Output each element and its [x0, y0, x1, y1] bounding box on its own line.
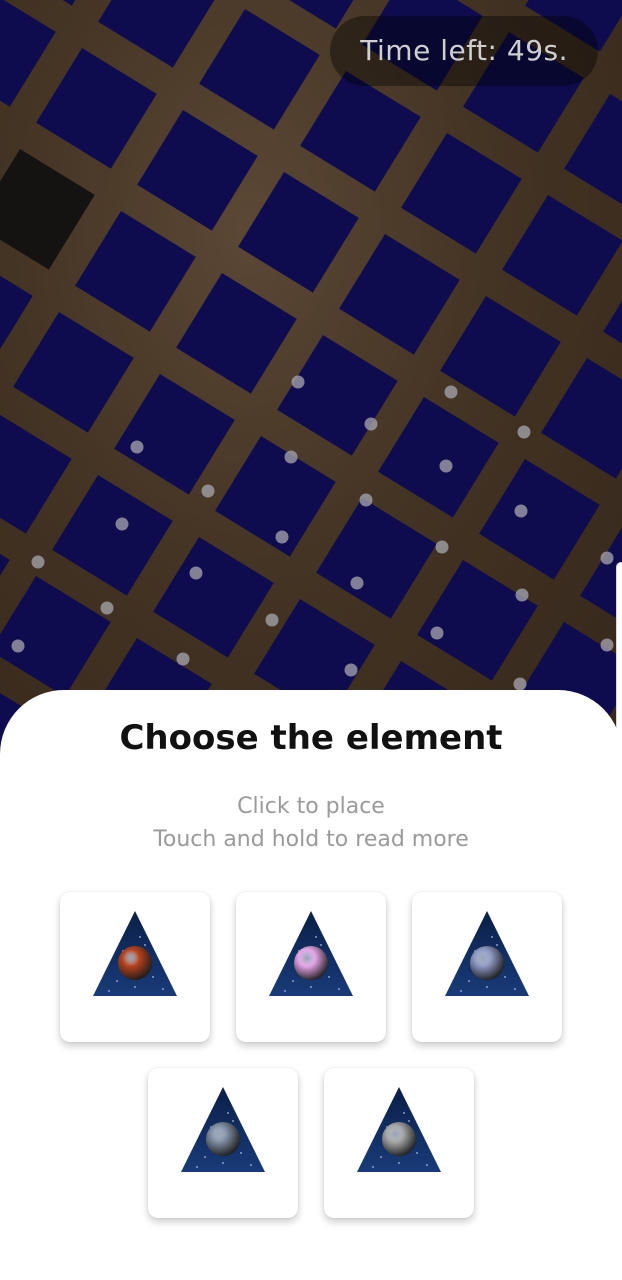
- element-card-1[interactable]: [60, 892, 210, 1042]
- board-tile-blue[interactable]: [0, 250, 33, 371]
- ar-feature-point: [176, 652, 190, 666]
- board-tile-blue[interactable]: [603, 257, 622, 378]
- panel-title: Choose the element: [119, 718, 503, 758]
- board-tile-blue[interactable]: [0, 514, 10, 635]
- time-left-indicator: Time left: 49s.: [330, 16, 598, 86]
- planet-sphere: [294, 946, 328, 980]
- ar-feature-point: [359, 493, 373, 507]
- gray-moon-triangle-icon: [357, 1087, 441, 1172]
- ar-feature-point: [515, 588, 529, 602]
- instruction-hold: Touch and hold to read more: [153, 827, 469, 852]
- board-tile-blue[interactable]: [300, 71, 421, 192]
- ar-feature-point: [275, 530, 289, 544]
- board-tile-blue[interactable]: [440, 296, 561, 417]
- board-tile-blue[interactable]: [36, 48, 157, 169]
- planet-sphere: [118, 946, 152, 980]
- ar-feature-point: [344, 663, 358, 677]
- pink-planet-triangle-icon: [269, 911, 353, 996]
- board-tile-blue[interactable]: [52, 475, 173, 596]
- ar-feature-point: [439, 459, 453, 473]
- element-card-4[interactable]: [148, 1068, 298, 1218]
- board-tile-blue[interactable]: [316, 498, 437, 619]
- board-tile-blue[interactable]: [502, 195, 622, 316]
- board-tile-blue[interactable]: [199, 9, 320, 130]
- board-tile-blue[interactable]: [0, 576, 111, 697]
- red-planet-triangle-icon: [93, 911, 177, 996]
- element-card-3[interactable]: [412, 892, 562, 1042]
- ar-feature-point: [291, 375, 305, 389]
- ar-feature-point: [444, 385, 458, 399]
- blue-planet-triangle-icon: [445, 911, 529, 996]
- board-tile-blue[interactable]: [564, 94, 622, 215]
- planet-sphere: [470, 946, 504, 980]
- ar-feature-point: [430, 626, 444, 640]
- board-tile-blue[interactable]: [0, 0, 118, 6]
- board-tile-blue[interactable]: [114, 374, 235, 495]
- board-tile-blue[interactable]: [479, 459, 600, 580]
- panel-instructions: Click to place Touch and hold to read mo…: [0, 790, 622, 856]
- board-tile-blue[interactable]: [176, 273, 297, 394]
- ar-feature-point: [189, 566, 203, 580]
- ar-feature-point: [265, 613, 279, 627]
- board-tile-blue[interactable]: [13, 312, 134, 433]
- board-tile-blue[interactable]: [98, 0, 219, 68]
- ar-feature-point: [600, 638, 614, 652]
- board-tile-blue[interactable]: [339, 234, 460, 355]
- board-tile-blue[interactable]: [0, 413, 72, 534]
- element-card-2[interactable]: [236, 892, 386, 1042]
- ar-feature-point: [130, 440, 144, 454]
- ar-feature-point: [31, 555, 45, 569]
- ar-feature-point: [364, 417, 378, 431]
- board-tile-blue[interactable]: [238, 172, 359, 293]
- ar-feature-point: [514, 504, 528, 518]
- ar-feature-point: [115, 517, 129, 531]
- board-tile-blue[interactable]: [137, 110, 258, 231]
- instruction-click: Click to place: [237, 794, 385, 819]
- ar-feature-point: [201, 484, 215, 498]
- board-tile-blue[interactable]: [0, 0, 56, 107]
- app-root: Time left: 49s. Choose the element Click…: [0, 0, 622, 1280]
- board-tile-black[interactable]: [0, 149, 95, 270]
- board-tile-blue[interactable]: [541, 358, 622, 479]
- element-card-5[interactable]: [324, 1068, 474, 1218]
- board-tile-blue[interactable]: [75, 211, 196, 332]
- planet-sphere: [206, 1122, 240, 1156]
- ar-camera-view[interactable]: [0, 0, 622, 760]
- ar-feature-point: [513, 677, 527, 691]
- board-tile-blue[interactable]: [378, 397, 499, 518]
- board-tile-blue[interactable]: [277, 335, 398, 456]
- ar-feature-point: [435, 540, 449, 554]
- game-board[interactable]: [0, 0, 622, 760]
- ar-feature-point: [11, 639, 25, 653]
- ar-feature-point: [517, 425, 531, 439]
- board-tile-blue[interactable]: [215, 436, 336, 557]
- board-tile-blue[interactable]: [401, 133, 522, 254]
- planet-sphere: [382, 1122, 416, 1156]
- ar-feature-point: [350, 576, 364, 590]
- gray-blue-planet-triangle-icon: [181, 1087, 265, 1172]
- board-tile-blue[interactable]: [153, 537, 274, 658]
- ar-feature-point: [100, 601, 114, 615]
- ar-feature-point: [600, 551, 614, 565]
- board-tile-blue[interactable]: [417, 560, 538, 681]
- ar-feature-point: [284, 450, 298, 464]
